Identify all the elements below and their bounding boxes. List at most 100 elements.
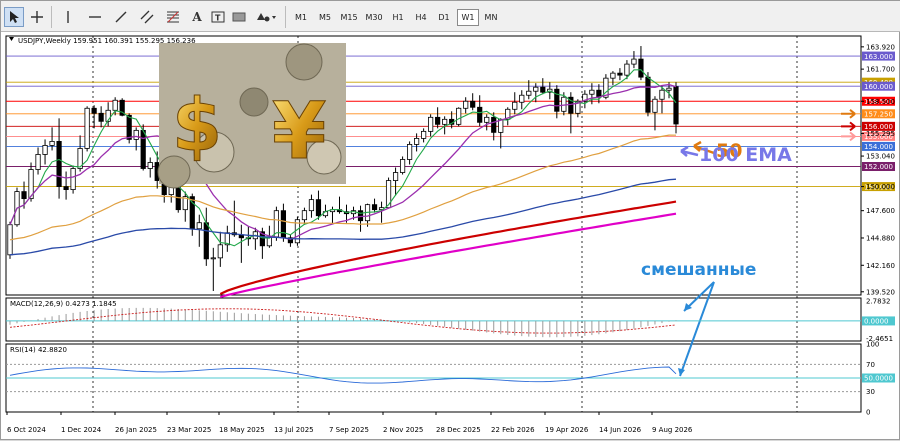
y-tick-label: 139.520 xyxy=(866,288,895,296)
macd-zero-tag-label: 0.0000 xyxy=(864,318,889,326)
candle-body xyxy=(84,107,90,149)
price-chart[interactable]: 163.000160.400160.000158.500157.250156.0… xyxy=(4,32,898,439)
candle-body xyxy=(280,210,287,239)
candle-body xyxy=(196,222,202,230)
candle-body xyxy=(470,100,476,108)
candle-body xyxy=(491,116,497,133)
candle-body xyxy=(477,106,483,123)
price-level-tag-label: 160.000 xyxy=(864,83,893,91)
x-tick-label: 14 Jun 2026 xyxy=(599,426,642,434)
timeframe-h1[interactable]: H1 xyxy=(387,9,409,26)
candle-body xyxy=(645,76,651,113)
y-tick-label: 144.880 xyxy=(866,234,895,242)
candle-body xyxy=(631,58,637,65)
candle-body xyxy=(21,191,27,200)
channel-icon[interactable] xyxy=(137,7,157,27)
candle-body xyxy=(98,112,104,122)
timeframe-m15[interactable]: M15 xyxy=(337,9,361,26)
candle-body xyxy=(463,100,469,109)
candle-body xyxy=(63,186,69,190)
chart-toolbar: A T M1 M5 M15 M30 H1 H4 D1 W1 MN xyxy=(1,1,900,32)
timeframe-w1[interactable]: W1 xyxy=(457,9,479,26)
rsi-y-tick-label: 70 xyxy=(866,361,875,369)
crosshair-icon[interactable] xyxy=(27,7,47,27)
candle-body xyxy=(624,63,630,76)
rsi-label: RSI(14) 42.8820 xyxy=(10,346,67,354)
rectangle-icon[interactable] xyxy=(229,7,249,27)
price-level-tag-label: 163.000 xyxy=(864,53,893,61)
y-tick-label: 158.500 xyxy=(866,98,895,106)
candle-body xyxy=(385,180,392,209)
timeframe-m5[interactable]: M5 xyxy=(314,9,336,26)
candle-body xyxy=(371,204,378,211)
x-tick-label: 26 Jan 2025 xyxy=(115,426,157,434)
candle-body xyxy=(203,222,209,260)
y-tick-label: 150.000 xyxy=(866,183,895,191)
timeframe-d1[interactable]: D1 xyxy=(433,9,455,26)
macd-y-tick-label: 2.7832 xyxy=(866,297,891,305)
text-label-icon[interactable]: T xyxy=(208,7,228,27)
currency-picture: $ ¥ xyxy=(157,43,346,189)
cursor-icon[interactable] xyxy=(4,7,24,27)
trading-terminal-window: A T M1 M5 M15 M30 H1 H4 D1 W1 MN 163.000… xyxy=(0,0,900,440)
candle-body xyxy=(217,244,223,259)
x-tick-label: 13 Jul 2025 xyxy=(274,426,314,434)
timeframe-m1[interactable]: M1 xyxy=(290,9,312,26)
toolbar-separator xyxy=(285,6,286,28)
rsi-y-tick-label: 100 xyxy=(866,341,879,349)
candle-body xyxy=(112,99,118,111)
candle-body xyxy=(638,58,644,78)
chart-area[interactable]: 163.000160.400160.000158.500157.250156.0… xyxy=(4,32,898,439)
candle-body xyxy=(540,86,546,93)
candle-body xyxy=(435,116,441,125)
candle-body xyxy=(91,107,97,114)
candle-body xyxy=(301,210,308,221)
candle-body xyxy=(554,88,560,112)
yen-sign-icon: ¥ xyxy=(272,87,326,177)
trendline-icon[interactable] xyxy=(111,7,131,27)
text-icon[interactable]: A xyxy=(187,7,207,27)
price-level-tag-label: 154.000 xyxy=(864,143,893,151)
candle-body xyxy=(399,159,406,173)
x-tick-label: 7 Sep 2025 xyxy=(329,426,369,434)
candle-body xyxy=(392,172,399,181)
candle-body xyxy=(533,86,539,92)
candle-body xyxy=(35,154,41,170)
candle-body xyxy=(610,72,616,79)
price-level-tag-label: 152.000 xyxy=(864,163,893,171)
coin-shape xyxy=(285,43,323,81)
candle-body xyxy=(561,96,567,112)
candle-body xyxy=(442,118,448,125)
x-tick-label: 18 May 2025 xyxy=(219,426,265,434)
x-tick-label: 2 Nov 2025 xyxy=(383,426,423,434)
candle-body xyxy=(659,89,665,100)
candle-body xyxy=(308,199,315,212)
horizontal-line-icon[interactable] xyxy=(85,7,105,27)
annotation-mixed: смешанные xyxy=(641,260,756,280)
shapes-icon[interactable] xyxy=(253,7,281,27)
candle-body xyxy=(210,257,216,260)
timeframe-mn[interactable]: MN xyxy=(480,9,502,26)
x-tick-label: 1 Dec 2024 xyxy=(61,426,102,434)
candle-body xyxy=(56,141,62,187)
candle-body xyxy=(126,114,132,140)
x-tick-label: 9 Aug 2026 xyxy=(652,426,693,434)
candle-body xyxy=(315,199,322,217)
candle-body xyxy=(519,94,525,103)
candle-body xyxy=(357,210,364,222)
candle-body xyxy=(421,130,427,139)
candle-body xyxy=(49,141,55,146)
candle-body xyxy=(189,196,195,230)
timeframe-m30[interactable]: M30 xyxy=(362,9,386,26)
y-tick-label: 163.920 xyxy=(866,43,895,51)
timeframe-h4[interactable]: H4 xyxy=(410,9,432,26)
candle-body xyxy=(147,162,153,169)
vertical-line-icon[interactable] xyxy=(58,7,78,27)
coin-shape xyxy=(239,87,269,117)
candle-body xyxy=(140,129,146,169)
candle-body xyxy=(133,129,139,140)
candle-body xyxy=(666,87,672,91)
fibonacci-icon[interactable] xyxy=(163,7,183,27)
rsi-y-tick-label: 0 xyxy=(866,409,870,417)
candle-body xyxy=(414,137,420,145)
